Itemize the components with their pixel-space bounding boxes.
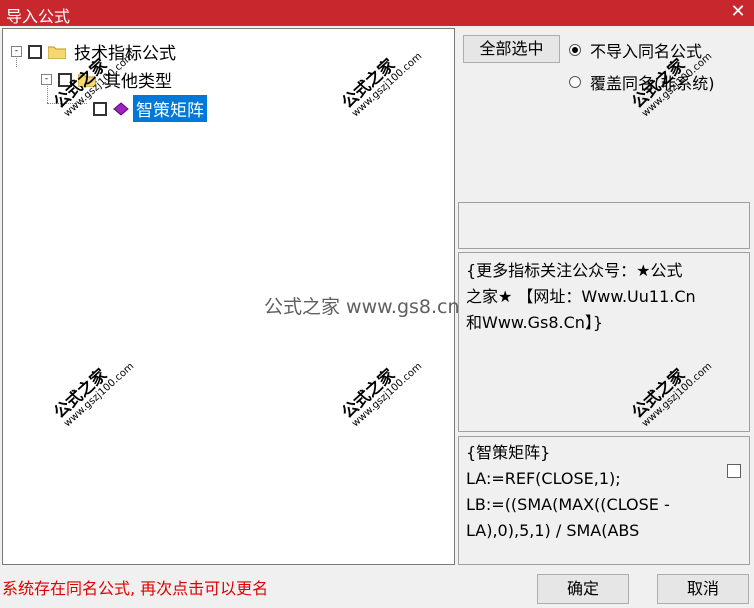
- title-bar: 导入公式 ✕: [0, 0, 754, 26]
- radio-dot[interactable]: [569, 76, 581, 88]
- tree-node-label-selected: 智策矩阵: [133, 95, 207, 122]
- preview-checkbox[interactable]: [727, 464, 741, 478]
- info-line: 之家★ 【网址：Www.Uu11.Cn: [466, 287, 696, 306]
- tree-node-leaf[interactable]: 智策矩阵: [93, 95, 207, 122]
- root-checkbox[interactable]: [28, 44, 42, 59]
- cancel-button[interactable]: 取消: [657, 574, 749, 604]
- status-message: 系统存在同名公式, 再次点击可以更名: [2, 579, 269, 598]
- select-all-button[interactable]: 全部选中: [463, 35, 560, 63]
- collapse-icon[interactable]: -: [11, 46, 22, 57]
- formula-line: LB:=((SMA(MAX((CLOSE -: [466, 495, 670, 514]
- formula-line: LA),0),5,1) / SMA(ABS: [466, 521, 640, 540]
- folder-icon: [48, 46, 66, 59]
- radio-dot[interactable]: [569, 44, 581, 56]
- formula-line: LA:=REF(CLOSE,1);: [466, 469, 621, 488]
- info-panel: {更多指标关注公众号：★公式 之家★ 【网址：Www.Uu11.Cn 和Www.…: [458, 252, 750, 432]
- close-icon[interactable]: ✕: [728, 2, 748, 22]
- ok-button[interactable]: 确定: [537, 574, 629, 604]
- formula-gem-icon: [113, 101, 129, 116]
- center-watermark: 公式之家 www.gs8.cn: [264, 296, 460, 318]
- info-line: {更多指标关注公众号：★公式: [466, 261, 683, 280]
- empty-field[interactable]: [458, 202, 750, 249]
- window-title: 导入公式: [6, 7, 71, 26]
- formula-line: {智策矩阵}: [466, 443, 551, 462]
- leaf-checkbox[interactable]: [93, 101, 107, 116]
- info-line: 和Www.Gs8.Cn】}: [466, 313, 604, 332]
- collapse-icon[interactable]: -: [41, 74, 52, 85]
- formula-preview-panel: {智策矩阵} LA:=REF(CLOSE,1); LB:=((SMA(MAX((…: [458, 436, 750, 565]
